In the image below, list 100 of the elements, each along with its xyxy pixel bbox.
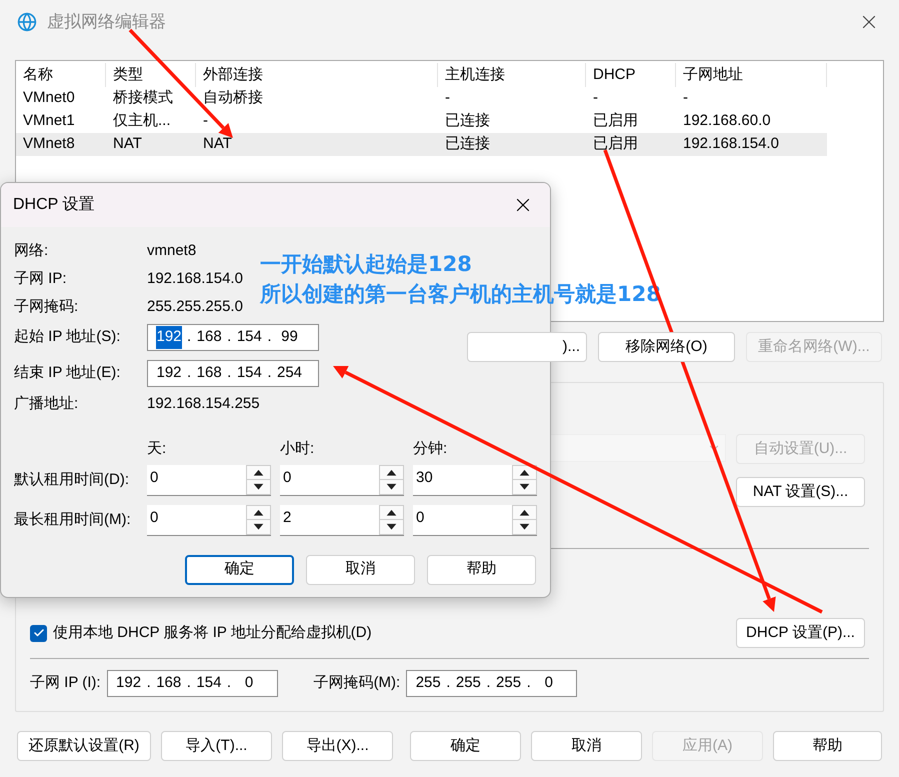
number-field[interactable]: 0	[147, 464, 246, 494]
table-cell-text: -	[202, 111, 209, 132]
dot-separator: .	[486, 673, 491, 694]
spinner-control[interactable]	[379, 504, 404, 534]
column-header[interactable]: 子网地址	[676, 63, 827, 87]
spinner-control[interactable]	[246, 464, 271, 494]
ip-segment[interactable]: 192	[156, 362, 182, 385]
spinner-control[interactable]	[246, 504, 271, 534]
table-cell-text: 自动桥接	[202, 88, 264, 108]
column-label: 小时:	[280, 439, 316, 459]
field-label: 结束 IP 地址(E):	[14, 363, 122, 384]
table-cell-text: 192.168.154.0	[682, 134, 780, 154]
number-field[interactable]: 30	[413, 464, 512, 494]
dot-separator: .	[227, 363, 232, 384]
dot-separator: .	[267, 363, 272, 384]
ip-segment[interactable]: 254	[276, 362, 303, 385]
column-label: 分钟:	[413, 439, 448, 459]
dot-separator: .	[146, 673, 151, 694]
ip-segment[interactable]: 0	[236, 672, 262, 695]
field-value: 192.168.154.0	[147, 268, 243, 289]
table-cell-text: VMnet8	[22, 134, 76, 154]
dot-separator: .	[267, 327, 272, 348]
ip-segment[interactable]: 99	[276, 326, 303, 349]
ip-segment[interactable]: 192	[156, 326, 182, 349]
ip-address-field[interactable]: 255 . 255 . 255 . 0	[406, 670, 578, 697]
button[interactable]: 取消	[306, 554, 415, 584]
table-cell-text: VMnet1	[22, 111, 76, 132]
dot-separator: .	[187, 363, 192, 384]
table-cell-text: -	[592, 88, 599, 108]
table-cell-text: 192.168.60.0	[682, 111, 772, 132]
table-row[interactable]: VMnet1 仅主机... - 已连接 已启用 192.168.60.0	[16, 110, 827, 133]
button[interactable]: 导出(X)...	[282, 731, 393, 761]
table-cell-text: 仅主机...	[112, 111, 172, 132]
button[interactable]: DHCP 设置(P)...	[736, 618, 865, 648]
field-label: 子网 IP:	[14, 268, 68, 289]
field-label: 子网 IP (I):	[30, 673, 101, 694]
table-cell-text: 已启用	[592, 134, 639, 154]
dialog-title: DHCP 设置	[13, 195, 94, 215]
column-header[interactable]: 主机连接	[438, 63, 586, 87]
button[interactable]: 帮助	[773, 731, 882, 761]
table-cell-text: 已连接	[444, 134, 491, 154]
ip-segment[interactable]: 0	[536, 672, 562, 695]
number-field[interactable]: 0	[147, 504, 246, 534]
button[interactable]: 还原默认设置(R)	[17, 731, 151, 761]
table-cell-text: -	[682, 88, 689, 108]
column-header[interactable]: 类型	[106, 63, 196, 87]
check-icon	[32, 627, 44, 639]
field-label: 起始 IP 地址(S):	[14, 327, 122, 348]
button[interactable]: NAT 设置(S)...	[736, 477, 865, 507]
button[interactable]: 确定	[410, 731, 521, 761]
button[interactable]: 取消	[531, 731, 642, 761]
ip-address-field[interactable]: 192 . 168 . 154 . 0	[106, 670, 278, 697]
ip-segment[interactable]: 154	[236, 362, 262, 385]
table-row[interactable]: VMnet0 桥接模式 自动桥接 - - -	[16, 87, 827, 110]
ip-segment[interactable]: 255	[415, 672, 442, 695]
ip-segment[interactable]: 168	[196, 326, 222, 349]
number-field[interactable]: 0	[280, 464, 379, 494]
column-header[interactable]: DHCP	[586, 63, 676, 87]
ip-segment[interactable]: 168	[196, 362, 222, 385]
dot-separator: .	[227, 327, 232, 348]
column-header[interactable]: 名称	[16, 63, 106, 87]
field-value: vmnet8	[147, 240, 196, 261]
ip-segment[interactable]: 154	[196, 672, 222, 695]
number-field[interactable]: 2	[280, 504, 379, 534]
table-cell-text: NAT	[202, 134, 233, 154]
dot-separator: .	[186, 673, 191, 694]
dot-separator: .	[526, 673, 531, 694]
field-label: 最长租用时间(M):	[14, 510, 132, 530]
checkbox[interactable]	[30, 624, 47, 642]
window-title: 虚拟网络编辑器	[47, 11, 166, 34]
dot-separator: .	[226, 673, 232, 694]
button[interactable]: 确定	[185, 554, 294, 584]
dot-separator: .	[446, 673, 450, 694]
ip-address-field[interactable]: 192 . 168 . 154 . 99	[147, 324, 319, 351]
ip-segment[interactable]: 255	[496, 672, 522, 695]
button[interactable]: 移除网络(O)	[598, 332, 735, 362]
spinner-control[interactable]	[512, 464, 537, 494]
table-cell-text: VMnet0	[22, 88, 76, 108]
dot-separator: .	[187, 327, 192, 348]
button[interactable]: 导入(T)...	[161, 731, 272, 761]
spinner-control[interactable]	[512, 504, 537, 534]
column-label: 天:	[147, 439, 168, 459]
table-cell-text: 已启用	[592, 111, 639, 132]
ip-segment[interactable]: 255	[455, 672, 482, 695]
table-row[interactable]: VMnet8 NAT NAT 已连接 已启用 192.168.154.0	[16, 133, 827, 156]
field-label: 子网掩码(M):	[314, 673, 400, 694]
table-cell-text: NAT	[112, 134, 143, 154]
table-cell-text: 桥接模式	[112, 88, 174, 108]
ip-address-field[interactable]: 192 . 168 . 154 . 254	[147, 360, 319, 387]
spinner-control[interactable]	[379, 464, 404, 494]
checkbox-label: 使用本地 DHCP 服务将 IP 地址分配给虚拟机(D)	[53, 622, 372, 643]
number-field[interactable]: 0	[413, 504, 512, 534]
button[interactable]: )...	[467, 332, 587, 362]
button[interactable]: 帮助	[427, 554, 536, 584]
ip-segment[interactable]: 154	[236, 326, 262, 349]
table-cell-text: -	[444, 88, 451, 108]
field-label: 默认租用时间(D):	[14, 470, 130, 490]
ip-segment[interactable]: 168	[156, 672, 182, 695]
ip-segment[interactable]: 192	[116, 672, 142, 695]
column-header[interactable]: 外部连接	[196, 63, 438, 87]
